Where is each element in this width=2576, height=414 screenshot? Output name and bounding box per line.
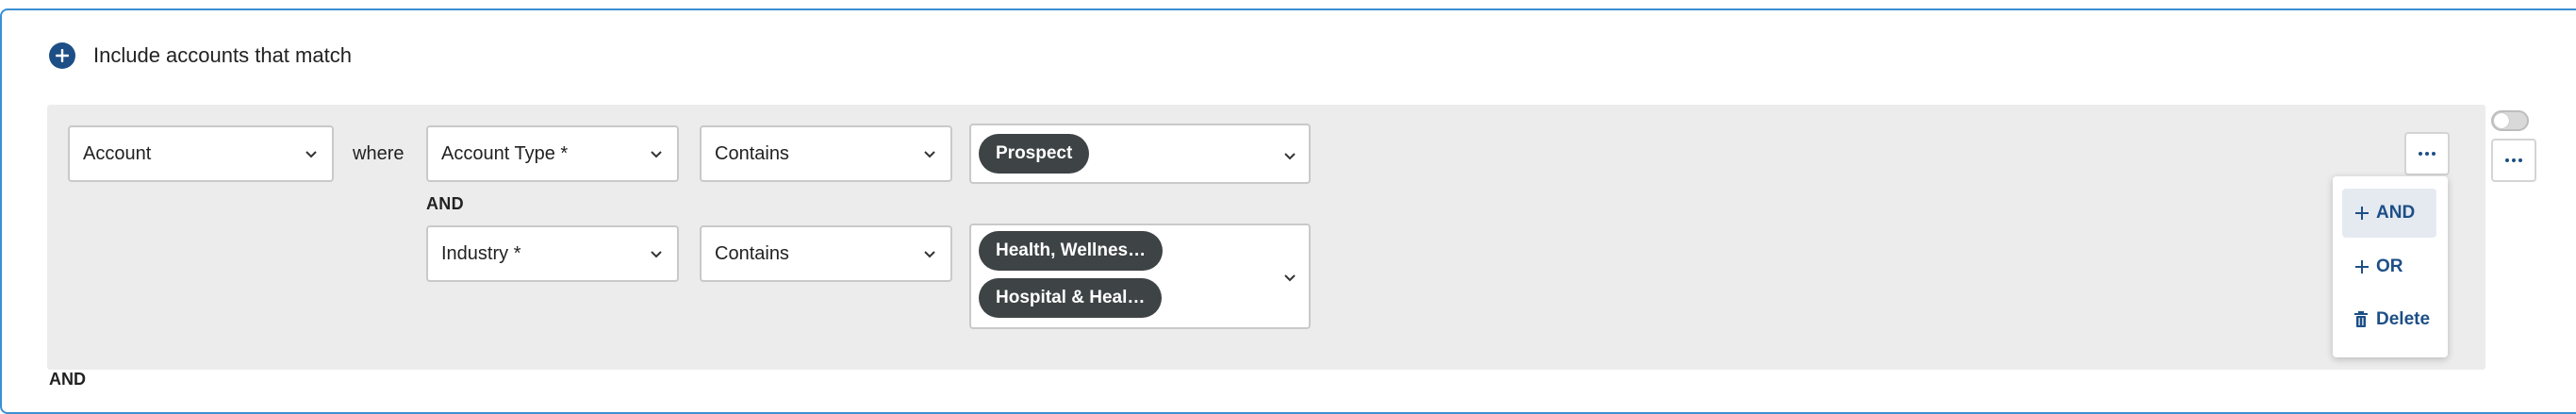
plus-icon — [2353, 257, 2372, 276]
operator-select-industry[interactable]: Contains — [700, 225, 952, 282]
value-chip-label: Hospital & Heal… — [996, 288, 1146, 307]
where-label: where — [353, 143, 405, 164]
field-select-value: Account Type * — [441, 142, 569, 164]
chevron-down-icon — [924, 151, 935, 158]
value-multiselect-industry[interactable]: Health, Wellnes… Hospital & Heal… — [969, 224, 1311, 329]
menu-item-and[interactable]: AND — [2342, 189, 2436, 238]
field-select-industry[interactable]: Industry * — [426, 225, 679, 282]
rule-group-title: Include accounts that match — [93, 43, 352, 67]
menu-item-label: Delete — [2376, 309, 2431, 329]
condition-more-button[interactable] — [2404, 132, 2450, 175]
group-toggle-switch[interactable] — [2491, 110, 2529, 131]
operator-select-account-type[interactable]: Contains — [700, 125, 952, 182]
trash-icon — [2353, 310, 2372, 329]
entity-select[interactable]: Account — [68, 125, 334, 182]
operator-select-value: Contains — [715, 142, 789, 164]
operator-select-value: Contains — [715, 242, 789, 264]
chevron-down-icon — [1284, 153, 1296, 160]
menu-item-delete[interactable]: Delete — [2342, 295, 2436, 344]
chevron-down-icon — [924, 251, 935, 258]
condition-actions-menu: AND OR Delete — [2333, 176, 2448, 357]
value-chip-label: Prospect — [996, 143, 1073, 163]
condition-joiner: AND — [426, 194, 464, 213]
value-multiselect-account-type[interactable]: Prospect — [969, 124, 1311, 184]
value-chip[interactable]: Hospital & Heal… — [979, 278, 1163, 318]
menu-item-or[interactable]: OR — [2342, 242, 2436, 291]
menu-item-label: AND — [2376, 203, 2416, 223]
group-joiner: AND — [49, 370, 86, 389]
more-horizontal-icon — [2505, 158, 2522, 162]
field-select-account-type[interactable]: Account Type * — [426, 125, 679, 182]
chevron-down-icon — [651, 151, 662, 158]
toggle-knob — [2494, 113, 2509, 128]
entity-select-value: Account — [83, 142, 152, 164]
chevron-down-icon — [1284, 274, 1296, 282]
menu-item-label: OR — [2376, 257, 2403, 276]
add-circle-icon[interactable] — [49, 42, 75, 69]
chevron-down-icon — [305, 151, 317, 158]
rule-panel: Account where Account Type * Contains Pr… — [47, 105, 2485, 370]
value-chip[interactable]: Prospect — [979, 134, 1090, 174]
more-horizontal-icon — [2419, 152, 2436, 156]
rule-group-header: Include accounts that match — [49, 42, 352, 69]
value-chip-label: Health, Wellnes… — [996, 240, 1147, 260]
group-more-button[interactable] — [2491, 139, 2536, 182]
plus-icon — [2353, 204, 2372, 223]
chevron-down-icon — [651, 251, 662, 258]
value-chip[interactable]: Health, Wellnes… — [979, 231, 1164, 271]
field-select-value: Industry * — [441, 242, 521, 264]
